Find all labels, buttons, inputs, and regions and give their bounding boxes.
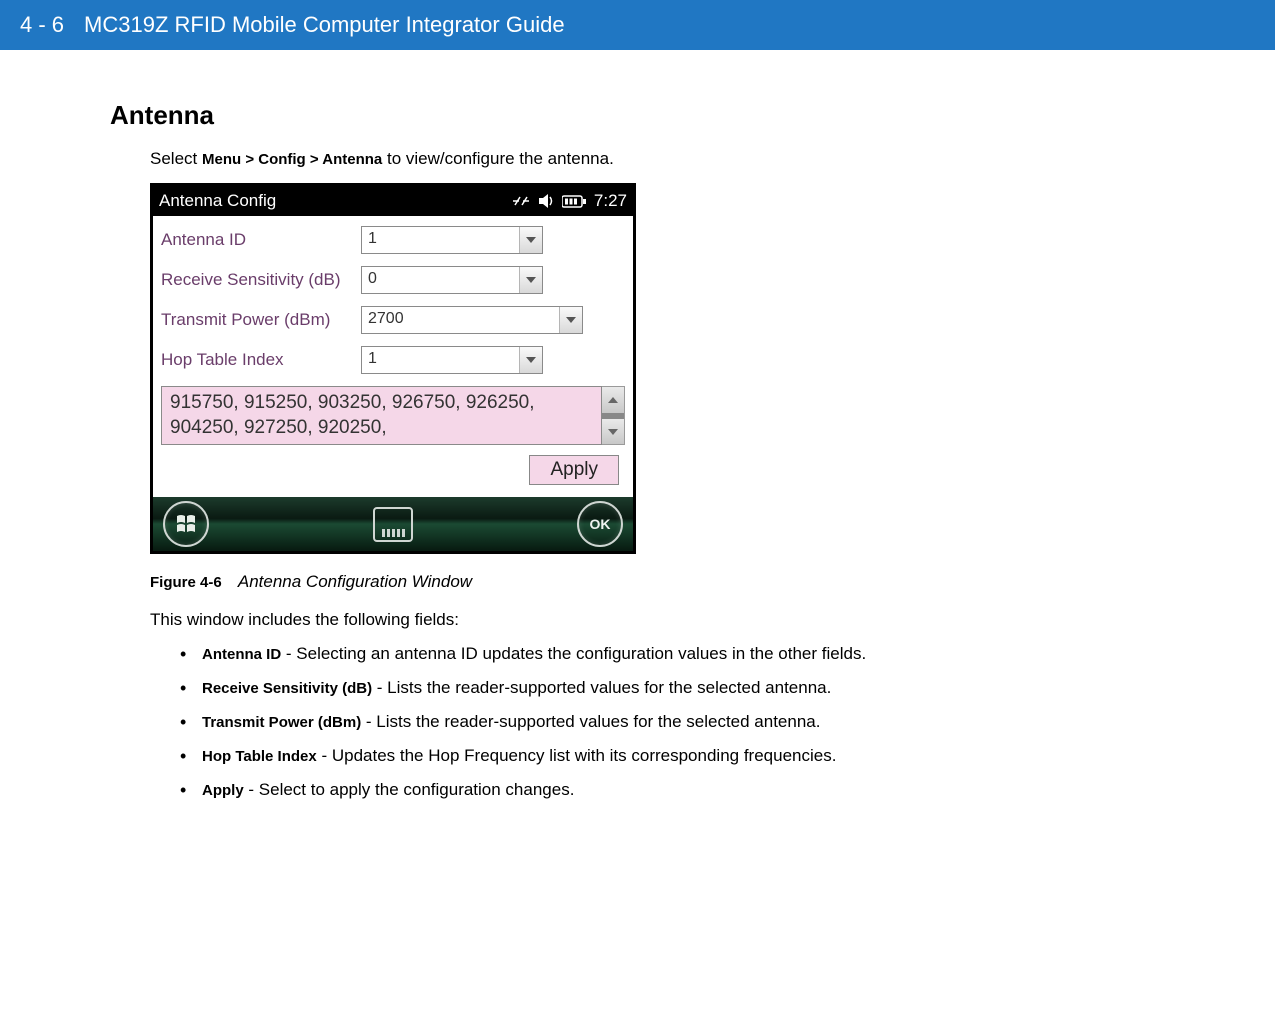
frequency-list[interactable]: 915750, 915250, 903250, 926750, 926250, …: [161, 386, 602, 445]
connection-icon: [512, 194, 530, 208]
page-number: 4 - 6: [20, 12, 64, 38]
intro-prefix: Select: [150, 149, 202, 168]
row-hop-index: Hop Table Index 1: [161, 346, 625, 374]
term: Transmit Power (dBm): [202, 714, 361, 731]
battery-icon: [562, 195, 586, 208]
label-transmit-power: Transmit Power (dBm): [161, 310, 361, 330]
intro-suffix: to view/configure the antenna.: [382, 149, 614, 168]
clock: 7:27: [594, 191, 627, 211]
combo-antenna-id[interactable]: 1: [361, 226, 543, 254]
intro-text: Select Menu > Config > Antenna to view/c…: [110, 149, 1160, 169]
section-heading: Antenna: [110, 100, 1160, 131]
dropdown-icon[interactable]: [519, 347, 542, 373]
term-desc: - Lists the reader-supported values for …: [361, 712, 820, 731]
dropdown-icon[interactable]: [519, 267, 542, 293]
term: Receive Sensitivity (dB): [202, 680, 372, 697]
intro-breadcrumb: Menu > Config > Antenna: [202, 151, 382, 168]
combo-transmit-power[interactable]: 2700: [361, 306, 583, 334]
figure-caption: Figure 4-6 Antenna Configuration Window: [150, 572, 1160, 592]
row-transmit-power: Transmit Power (dBm) 2700: [161, 306, 625, 334]
screenshot-figure: Antenna Config 7:27 Antenna ID 1: [150, 183, 636, 554]
row-receive-sensitivity: Receive Sensitivity (dB) 0: [161, 266, 625, 294]
dropdown-icon[interactable]: [519, 227, 542, 253]
label-antenna-id: Antenna ID: [161, 230, 361, 250]
scroll-down-icon[interactable]: [602, 419, 624, 445]
value-receive-sensitivity: 0: [362, 267, 519, 293]
list-item: Antenna ID - Selecting an antenna ID upd…: [180, 644, 1160, 664]
windows-start-button[interactable]: [163, 501, 209, 547]
form-area: Antenna ID 1 Receive Sensitivity (dB) 0 …: [153, 216, 633, 497]
keyboard-button[interactable]: [373, 507, 413, 542]
figure-label: Figure 4-6: [150, 574, 222, 591]
document-title: MC319Z RFID Mobile Computer Integrator G…: [84, 12, 565, 38]
scrollbar[interactable]: [602, 386, 625, 445]
term: Antenna ID: [202, 646, 281, 663]
page-header: 4 - 6 MC319Z RFID Mobile Computer Integr…: [0, 0, 1275, 50]
scroll-up-icon[interactable]: [602, 387, 624, 413]
frequency-list-container: 915750, 915250, 903250, 926750, 926250, …: [161, 386, 625, 445]
term-desc: - Lists the reader-supported values for …: [372, 678, 831, 697]
fields-lead: This window includes the following field…: [110, 610, 1160, 630]
value-antenna-id: 1: [362, 227, 519, 253]
dropdown-icon[interactable]: [559, 307, 582, 333]
apply-button[interactable]: Apply: [529, 455, 619, 485]
window-title: Antenna Config: [159, 191, 276, 211]
value-transmit-power: 2700: [362, 307, 559, 333]
field-list: Antenna ID - Selecting an antenna ID upd…: [110, 644, 1160, 800]
apply-row: Apply: [161, 455, 619, 485]
list-item: Receive Sensitivity (dB) - Lists the rea…: [180, 678, 1160, 698]
page-content: Antenna Select Menu > Config > Antenna t…: [0, 50, 1160, 844]
label-receive-sensitivity: Receive Sensitivity (dB): [161, 270, 361, 290]
combo-hop-index[interactable]: 1: [361, 346, 543, 374]
ok-button[interactable]: OK: [577, 501, 623, 547]
term-desc: - Updates the Hop Frequency list with it…: [317, 746, 837, 765]
speaker-icon: [538, 194, 554, 208]
term-desc: - Selecting an antenna ID updates the co…: [281, 644, 866, 663]
value-hop-index: 1: [362, 347, 519, 373]
row-antenna-id: Antenna ID 1: [161, 226, 625, 254]
ok-label: OK: [590, 516, 611, 532]
list-item: Hop Table Index - Updates the Hop Freque…: [180, 746, 1160, 766]
figure-title: Antenna Configuration Window: [238, 572, 472, 591]
term-desc: - Select to apply the configuration chan…: [244, 780, 575, 799]
list-item: Apply - Select to apply the configuratio…: [180, 780, 1160, 800]
term: Apply: [202, 782, 244, 799]
term: Hop Table Index: [202, 748, 317, 765]
label-hop-index: Hop Table Index: [161, 350, 361, 370]
combo-receive-sensitivity[interactable]: 0: [361, 266, 543, 294]
list-item: Transmit Power (dBm) - Lists the reader-…: [180, 712, 1160, 732]
status-area: 7:27: [512, 191, 627, 211]
window-titlebar: Antenna Config 7:27: [153, 186, 633, 216]
bottom-bar: OK: [153, 497, 633, 551]
